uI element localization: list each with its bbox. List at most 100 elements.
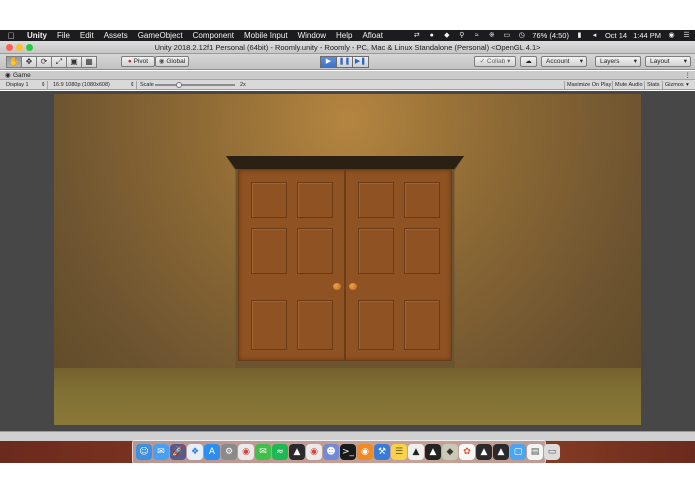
divider	[564, 81, 565, 89]
unity-icon[interactable]: ▲	[289, 444, 305, 460]
chevron-down-icon: ▾	[633, 58, 637, 65]
resolution-dropdown[interactable]: 16:9 1080p (1080x608)	[53, 80, 110, 90]
battery-icon[interactable]: ▮	[575, 31, 584, 40]
system-preferences-icon[interactable]: ⚙	[221, 444, 237, 460]
document-icon[interactable]: ▤	[527, 444, 543, 460]
teamviewer-icon[interactable]: ⇄	[412, 31, 421, 40]
menu-gameobject[interactable]: GameObject	[133, 30, 188, 41]
account-label: Account	[546, 58, 570, 65]
divider	[612, 81, 613, 89]
app-store-icon[interactable]: A	[204, 444, 220, 460]
layout-dropdown[interactable]: Layout ▾	[645, 56, 691, 67]
collab-icon: ✓	[479, 58, 486, 65]
cloud-button[interactable]: ☁	[520, 56, 537, 67]
battery-text[interactable]: 76% (4:50)	[532, 31, 569, 40]
unity-icon[interactable]: ▲	[425, 444, 441, 460]
finder-folder-icon[interactable]: ▢	[510, 444, 526, 460]
mail-icon[interactable]: ✉	[153, 444, 169, 460]
unity-icon[interactable]: ▲	[408, 444, 424, 460]
dropbox-icon[interactable]: ◆	[442, 31, 451, 40]
mute-audio-toggle[interactable]: Mute Audio	[615, 80, 643, 90]
menu-assets[interactable]: Assets	[99, 30, 133, 41]
dock: ☺ ✉ 🚀 ❖ A ⚙ ◉ ✉ ≈ ▲ ◉ ☻ >_ ◉ ⚒ ☰ ▲ ▲ ◆ ✿…	[132, 440, 560, 464]
wifi-icon[interactable]: ≈	[472, 31, 481, 40]
account-dropdown[interactable]: Account ▾	[541, 56, 587, 67]
menu-component[interactable]: Component	[188, 30, 239, 41]
menu-file[interactable]: File	[52, 30, 75, 41]
hand-tool-icon[interactable]: ✋	[6, 56, 22, 68]
window-title-bar: Unity 2018.2.12f1 Personal (64bit) - Roo…	[0, 41, 695, 54]
cloud-icon: ☁	[525, 58, 532, 65]
launchpad-icon[interactable]: 🚀	[170, 444, 186, 460]
time-machine-icon[interactable]: ◷	[517, 31, 526, 40]
scale-slider[interactable]	[155, 82, 235, 88]
scale-tool-icon[interactable]: ⤢	[51, 56, 67, 68]
door-panel	[297, 228, 333, 274]
search-icon[interactable]: ⚲	[457, 31, 466, 40]
volume-icon[interactable]: ◂	[590, 31, 599, 40]
chevron-down-icon: ▾	[579, 58, 583, 65]
layers-dropdown[interactable]: Layers ▾	[595, 56, 641, 67]
chrome-icon[interactable]: ◉	[238, 444, 254, 460]
screen:  Unity File Edit Assets GameObject Comp…	[0, 0, 695, 494]
trash-icon[interactable]: ▭	[544, 444, 560, 460]
menu-help[interactable]: Help	[331, 30, 357, 41]
xcode-icon[interactable]: ⚒	[374, 444, 390, 460]
move-tool-icon[interactable]: ✥	[21, 56, 37, 68]
menu-edit[interactable]: Edit	[75, 30, 99, 41]
unity-icon[interactable]: ▲	[493, 444, 509, 460]
game-tab[interactable]: Game	[13, 71, 31, 80]
game-render[interactable]	[54, 94, 641, 425]
unity-icon[interactable]: ▲	[476, 444, 492, 460]
right-door	[345, 169, 452, 361]
door-knob	[333, 283, 341, 290]
game-tab-icon: ◉	[5, 72, 11, 79]
discord-icon[interactable]: ☻	[323, 444, 339, 460]
tab-menu-icon[interactable]: ⋮	[685, 71, 692, 80]
display-dropdown[interactable]: Display 1	[6, 80, 29, 90]
room-floor	[54, 368, 641, 425]
creative-cloud-icon[interactable]: ●	[427, 31, 436, 40]
blender-icon[interactable]: ◉	[357, 444, 373, 460]
messages-icon[interactable]: ✉	[255, 444, 271, 460]
stats-toggle[interactable]: Stats	[647, 80, 660, 90]
rect-tool-icon[interactable]: ▣	[66, 56, 82, 68]
airplay-icon[interactable]: ▭	[502, 31, 511, 40]
door-panel	[358, 300, 394, 350]
maximize-on-play-toggle[interactable]: Maximize On Play	[567, 80, 611, 90]
global-button[interactable]: ◉ Global	[155, 56, 189, 67]
layers-label: Layers	[600, 58, 620, 65]
bluetooth-icon[interactable]: ※	[487, 31, 496, 40]
safari-icon[interactable]: ❖	[187, 444, 203, 460]
inkscape-icon[interactable]: ◆	[442, 444, 458, 460]
date-text[interactable]: Oct 14	[605, 31, 627, 40]
pause-button-icon[interactable]: ❚❚	[336, 56, 353, 68]
transform-tool-icon[interactable]: ▦	[81, 56, 97, 68]
game-tab-header: ◉ Game ⋮	[0, 71, 695, 80]
chrome-icon[interactable]: ◉	[306, 444, 322, 460]
game-viewport[interactable]	[0, 91, 695, 431]
pivot-button[interactable]: ● Pivot	[121, 56, 155, 67]
menu-unity[interactable]: Unity	[22, 30, 52, 41]
rotate-tool-icon[interactable]: ⟳	[36, 56, 52, 68]
gizmos-toggle[interactable]: Gizmos	[665, 80, 684, 90]
time-text[interactable]: 1:44 PM	[633, 31, 661, 40]
notes-icon[interactable]: ☰	[391, 444, 407, 460]
menu-mobile-input[interactable]: Mobile Input	[239, 30, 293, 41]
spotify-icon[interactable]: ≈	[272, 444, 288, 460]
finder-icon[interactable]: ☺	[136, 444, 152, 460]
menu-afloat[interactable]: Afloat	[357, 30, 387, 41]
menu-window[interactable]: Window	[293, 30, 331, 41]
notification-center-icon[interactable]: ☰	[682, 31, 691, 40]
scale-slider-thumb[interactable]	[176, 82, 182, 88]
photos-icon[interactable]: ✿	[459, 444, 475, 460]
user-avatar-icon[interactable]: ◉	[667, 31, 676, 40]
divider	[662, 81, 663, 89]
mac-menu-bar:  Unity File Edit Assets GameObject Comp…	[0, 30, 695, 41]
step-button-icon[interactable]: ▶❚	[352, 56, 369, 68]
scale-label: Scale	[140, 82, 154, 88]
collab-button[interactable]: ✓ Collab ▾	[474, 56, 516, 67]
play-button-icon[interactable]: ▶	[320, 56, 337, 68]
apple-icon[interactable]: 	[0, 31, 22, 41]
terminal-icon[interactable]: >_	[340, 444, 356, 460]
